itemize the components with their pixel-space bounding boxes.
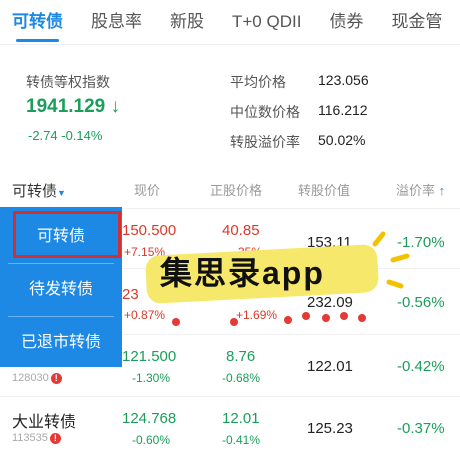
column-header-premium[interactable]: 溢价率 ↑ (396, 180, 445, 199)
tab-t0-qdii[interactable]: T+0 QDII (232, 0, 301, 44)
stat-label-median-price: 中位数价格 (230, 104, 300, 120)
sort-up-arrow-icon: ↑ (435, 183, 446, 198)
column-header-stock-price[interactable]: 正股价格 (210, 180, 262, 199)
category-selector[interactable]: 可转债▼ (12, 180, 66, 201)
stat-value-premium: 50.02% (318, 132, 366, 148)
row3-stock-price: 8.76 (226, 348, 256, 365)
index-value: 1941.129 ↓ (26, 96, 121, 117)
stat-label-premium: 转股溢价率 (230, 134, 300, 150)
decor-dot (172, 318, 180, 326)
decor-dot (284, 316, 292, 324)
dropdown-item-pending-bonds[interactable]: 待发转债 (0, 264, 122, 316)
row2-price: 23 (122, 286, 139, 303)
stat-value-median-price: 116.212 (318, 102, 368, 118)
decor-dot (302, 312, 310, 320)
alert-icon: ! (49, 432, 61, 444)
row3-price: 121.500 (122, 348, 177, 365)
highlight-box (13, 211, 121, 258)
tab-new-stocks[interactable]: 新股 (170, 0, 204, 44)
alert-icon: ! (50, 372, 62, 384)
row4-stock-price: 12.01 (222, 410, 260, 427)
decor-dot (230, 318, 238, 326)
row3-conversion-value: 122.01 (307, 358, 353, 375)
row3-premium: -0.42% (397, 358, 445, 375)
watermark-text: 集思录app (160, 255, 325, 291)
row3-price-change: -1.30% (132, 371, 171, 385)
decor-dot (358, 314, 366, 322)
tab-bonds[interactable]: 债券 (329, 0, 363, 44)
row2-stock-change: +1.69% (236, 308, 278, 322)
stat-label-avg-price: 平均价格 (230, 74, 286, 90)
index-change: -2.74 -0.14% (28, 128, 103, 143)
column-header-price[interactable]: 现价 (134, 180, 160, 199)
row4-conversion-value: 125.23 (307, 420, 353, 437)
row2-conversion-value: 232.09 (307, 294, 353, 311)
top-tab-bar: 可转债 股息率 新股 T+0 QDII 债券 现金管 (0, 0, 460, 44)
down-arrow-icon: ↓ (110, 96, 121, 117)
stat-value-avg-price: 123.056 (318, 72, 369, 88)
row4-price-change: -0.60% (132, 433, 171, 447)
tab-convertible-bonds[interactable]: 可转债 (12, 0, 63, 44)
row3-stock-change: -0.68% (222, 371, 261, 385)
row4-code: 113535! (12, 432, 61, 444)
row-divider (0, 396, 460, 397)
row4-bond-name[interactable]: 大业转债 (12, 408, 76, 432)
decor-dot (340, 312, 348, 320)
sparkle-icon (372, 231, 410, 289)
row2-premium: -0.56% (397, 294, 445, 311)
row2-price-change: +0.87% (124, 308, 166, 322)
row4-stock-change: -0.41% (222, 433, 261, 447)
row1-price: 150.500 (122, 222, 177, 239)
tab-divider (0, 44, 460, 45)
row3-code: 128030! (12, 372, 62, 384)
dropdown-item-delisted-bonds[interactable]: 已退市转债 (0, 317, 122, 369)
row1-stock-price: 40.85 (222, 222, 260, 239)
tab-cash-management[interactable]: 现金管 (391, 0, 442, 44)
caret-down-icon: ▼ (57, 188, 66, 198)
index-name: 转债等权指数 (26, 74, 110, 90)
tab-dividend-yield[interactable]: 股息率 (91, 0, 142, 44)
row4-premium: -0.37% (397, 420, 445, 437)
decor-dot (322, 314, 330, 322)
column-header-conversion-value[interactable]: 转股价值 (298, 180, 350, 199)
row4-price: 124.768 (122, 410, 177, 427)
